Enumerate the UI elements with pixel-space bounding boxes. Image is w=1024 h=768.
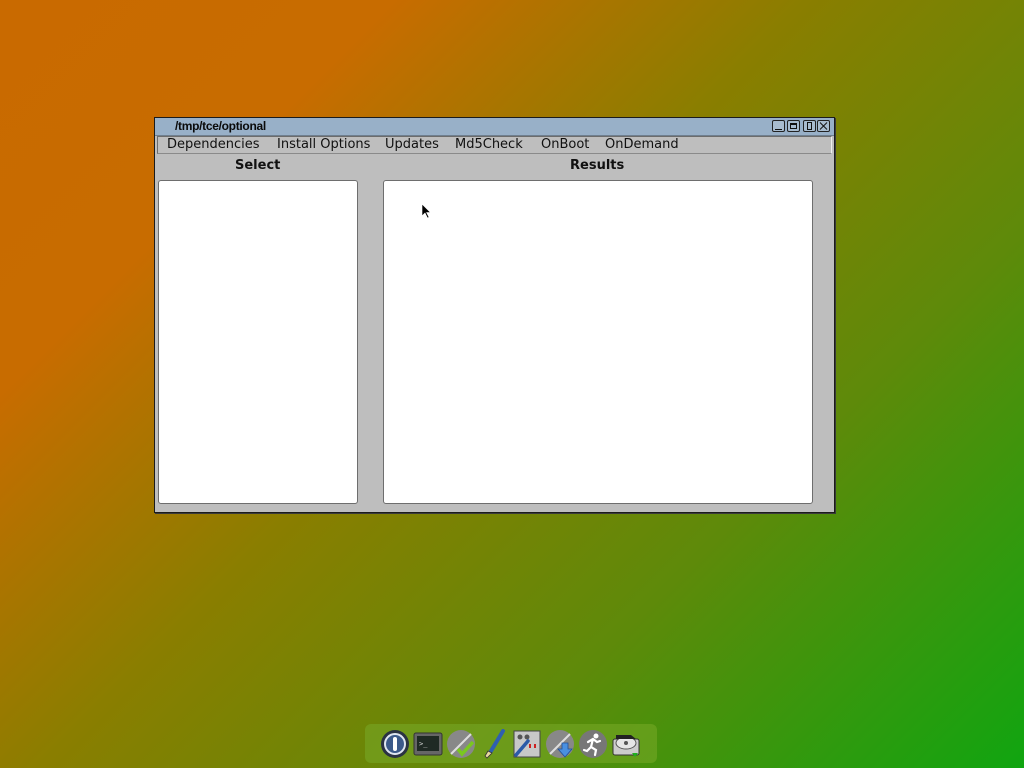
results-list[interactable]	[383, 180, 813, 504]
terminal-icon[interactable]: >_	[413, 729, 443, 759]
close-button[interactable]	[817, 120, 830, 132]
menu-bar: Dependencies Install Options Updates Md5…	[157, 136, 832, 154]
svg-text:>_: >_	[419, 740, 428, 748]
minimize-button[interactable]	[772, 120, 785, 132]
mount-tool-icon[interactable]	[611, 729, 641, 759]
menu-md5check[interactable]: Md5Check	[455, 137, 523, 153]
window-title: /tmp/tce/optional	[175, 119, 266, 133]
menu-updates[interactable]: Updates	[385, 137, 439, 153]
maximize-button[interactable]	[787, 120, 800, 132]
control-panel-icon[interactable]	[512, 729, 542, 759]
paint-brush-icon[interactable]	[479, 729, 509, 759]
run-icon[interactable]	[578, 729, 608, 759]
logout-icon[interactable]	[380, 729, 410, 759]
apps-audit-icon[interactable]	[446, 729, 476, 759]
select-label: Select	[235, 158, 281, 173]
mouse-pointer-icon	[421, 203, 432, 219]
dock: >_	[365, 724, 657, 763]
results-label: Results	[570, 158, 625, 173]
menu-install-options[interactable]: Install Options	[277, 137, 370, 153]
menu-dependencies[interactable]: Dependencies	[167, 137, 260, 153]
shade-button[interactable]	[803, 120, 816, 132]
title-bar[interactable]: /tmp/tce/optional	[155, 118, 834, 136]
app-window: /tmp/tce/optional Dependencies Install O…	[154, 117, 835, 513]
menu-onboot[interactable]: OnBoot	[541, 137, 589, 153]
menu-ondemand[interactable]: OnDemand	[605, 137, 679, 153]
select-list[interactable]	[158, 180, 358, 504]
apps-download-icon[interactable]	[545, 729, 575, 759]
